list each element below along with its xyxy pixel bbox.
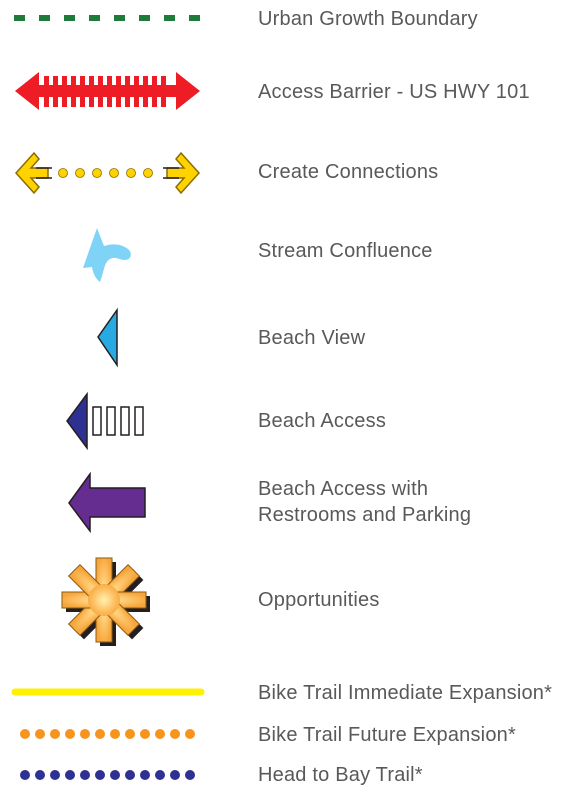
blue-dotted-line-icon — [0, 760, 220, 789]
legend-row-beach-access: Beach Access — [0, 388, 588, 454]
legend-label-line-1: Beach Access with — [258, 478, 429, 500]
legend-label-beach-view: Beach View — [258, 327, 366, 349]
orange-dotted-line-icon — [0, 718, 220, 752]
legend-label-create-connections: Create Connections — [258, 161, 439, 183]
dashed-line-icon — [0, 0, 220, 40]
legend-row-access-barrier: Access Barrier - US HWY 101 — [0, 68, 588, 116]
stream-confluence-arrow-icon — [0, 222, 220, 286]
legend-label-opportunities: Opportunities — [258, 589, 380, 611]
double-arrow-dotted-icon — [0, 148, 220, 200]
legend-label-bike-trail-future: Bike Trail Future Expansion* — [258, 724, 516, 746]
legend-row-beach-view: Beach View — [0, 305, 588, 371]
beach-access-restrooms-arrow-icon — [0, 468, 220, 538]
legend-row-opportunities: Opportunities — [0, 548, 588, 654]
legend-row-head-to-bay-trail: Head to Bay Trail* — [0, 760, 588, 789]
legend-row-create-connections: Create Connections — [0, 148, 588, 200]
beach-access-arrow-icon — [0, 388, 220, 454]
legend-row-beach-access-restrooms: Beach Access with Restrooms and Parking — [0, 468, 588, 538]
legend-row-stream-confluence: Stream Confluence — [0, 222, 588, 286]
legend-row-bike-trail-future: Bike Trail Future Expansion* — [0, 718, 588, 752]
legend-row-bike-trail-immediate: Bike Trail Immediate Expansion* — [0, 676, 588, 710]
legend-label-bike-trail-immediate: Bike Trail Immediate Expansion* — [258, 682, 553, 704]
solid-line-icon — [0, 676, 220, 710]
beach-view-triangle-icon — [0, 305, 220, 371]
opportunities-star-icon — [0, 548, 220, 654]
map-legend: Urban Growth Boundary Access Barrier - U… — [0, 0, 588, 789]
legend-label-beach-access-restrooms: Beach Access with Restrooms and Parking — [258, 476, 471, 528]
double-arrow-barrier-icon — [0, 68, 220, 116]
legend-label-beach-access: Beach Access — [258, 410, 387, 432]
legend-label-urban-growth-boundary: Urban Growth Boundary — [258, 8, 478, 30]
legend-label-access-barrier: Access Barrier - US HWY 101 — [258, 81, 530, 103]
legend-label-head-to-bay-trail: Head to Bay Trail* — [258, 764, 423, 786]
legend-row-urban-growth-boundary: Urban Growth Boundary — [0, 0, 588, 40]
legend-label-line-2: Restrooms and Parking — [258, 504, 472, 526]
legend-label-stream-confluence: Stream Confluence — [258, 240, 433, 262]
